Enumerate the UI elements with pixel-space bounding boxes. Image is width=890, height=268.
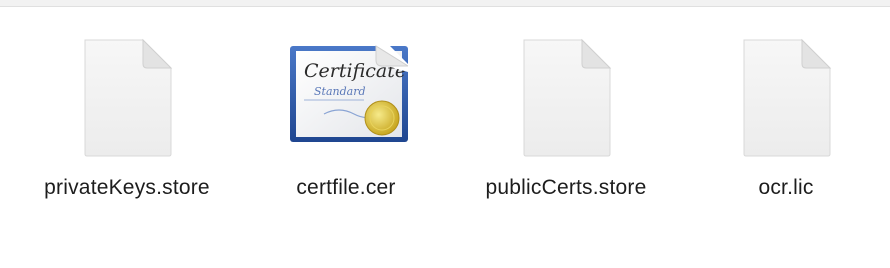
file-item-privatekeys-store[interactable]: privateKeys.store [17, 34, 237, 214]
finder-window: privateKeys.store Certificate Standard c… [0, 0, 890, 268]
file-name-label: publicCerts.store [485, 176, 647, 199]
certificate-icon: Certificate Standard [290, 34, 408, 158]
file-item-ocr-lic[interactable]: ocr.lic [676, 34, 890, 214]
file-item-publiccerts-store[interactable]: publicCerts.store [456, 34, 676, 214]
file-name-label: privateKeys.store [44, 176, 210, 199]
generic-document-icon [77, 34, 177, 158]
generic-document-icon [516, 34, 616, 158]
file-name-label: certfile.cer [296, 176, 396, 199]
file-item-certfile-cer[interactable]: Certificate Standard certfile.cer [236, 34, 456, 214]
generic-document-icon [736, 34, 836, 158]
certificate-subtitle-text: Standard [314, 85, 366, 98]
file-icon-grid: privateKeys.store Certificate Standard c… [0, 0, 890, 268]
file-name-label: ocr.lic [758, 176, 814, 199]
